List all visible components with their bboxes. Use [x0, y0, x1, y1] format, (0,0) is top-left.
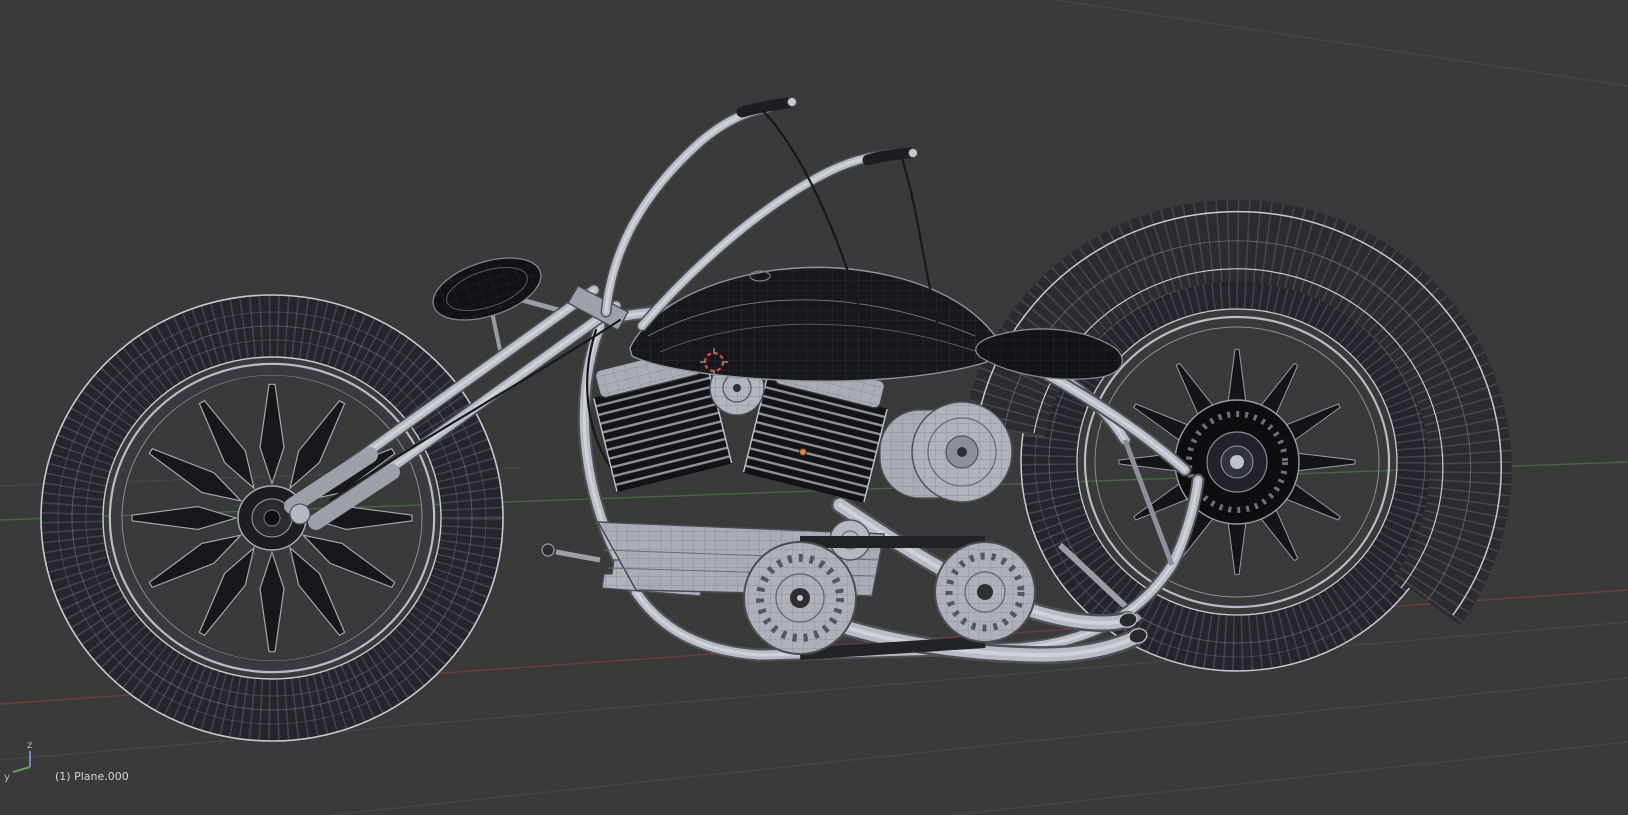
active-object-label: (1) Plane.000	[55, 770, 129, 783]
blender-viewport[interactable]: z y (1) Plane.000	[0, 0, 1628, 815]
axle-cap	[289, 503, 311, 525]
gizmo-y-label: y	[4, 772, 10, 783]
oil-tank[interactable]	[879, 401, 1013, 503]
right-grip	[862, 147, 916, 166]
object-origin-dot	[799, 448, 807, 456]
gizmo-z-label: z	[27, 740, 32, 751]
3d-viewport-canvas[interactable]: z y (1) Plane.000	[0, 0, 1628, 815]
